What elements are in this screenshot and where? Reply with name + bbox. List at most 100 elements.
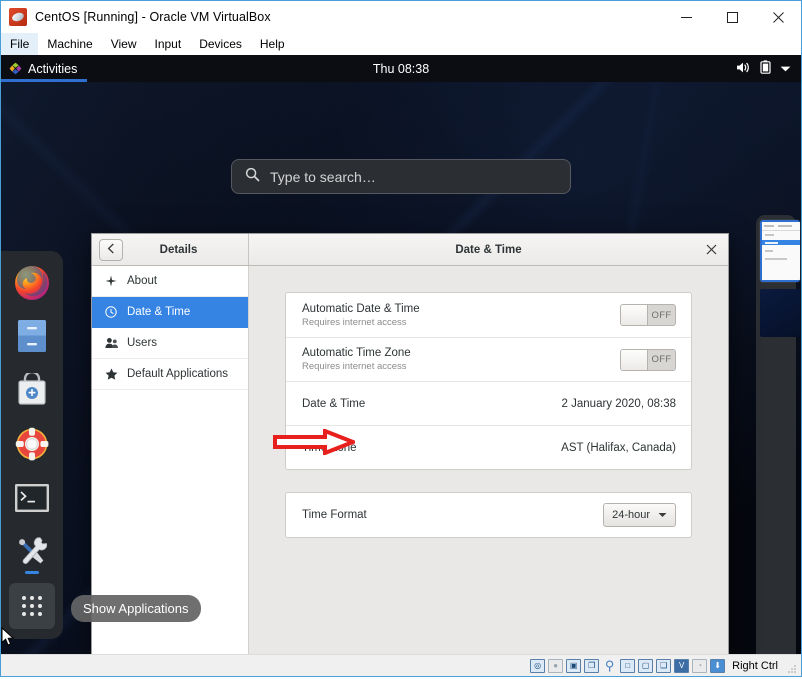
- row-subtitle: Requires internet access: [302, 361, 411, 372]
- search-icon: [245, 167, 260, 187]
- date-time-value: 2 January 2020, 08:38: [562, 398, 676, 410]
- toggle-knob: [621, 350, 648, 370]
- host-window-controls: [663, 1, 801, 33]
- workspace-switcher[interactable]: [756, 215, 796, 654]
- automatic-date-time-toggle[interactable]: OFF: [620, 304, 676, 326]
- maximize-button[interactable]: [709, 1, 755, 33]
- search-input[interactable]: Type to search…: [231, 159, 571, 194]
- date-time-card: Automatic Date & Time Requires internet …: [285, 292, 692, 470]
- row-time-format[interactable]: Time Format 24-hour: [286, 493, 691, 537]
- row-title: Automatic Time Zone: [302, 347, 411, 359]
- row-labels: Automatic Date & Time Requires internet …: [302, 303, 420, 328]
- close-button[interactable]: [755, 1, 801, 33]
- time-format-dropdown[interactable]: 24-hour: [603, 503, 676, 527]
- topbar-clock[interactable]: Thu 08:38: [373, 55, 429, 82]
- volume-icon: [736, 61, 751, 77]
- dock-item-terminal[interactable]: [9, 475, 55, 521]
- show-applications-button[interactable]: [9, 583, 55, 629]
- workspace-thumbnail-active[interactable]: [760, 220, 800, 282]
- toggle-knob: [621, 305, 648, 325]
- row-automatic-date-time[interactable]: Automatic Date & Time Requires internet …: [286, 293, 691, 337]
- topbar-status-area[interactable]: [736, 60, 801, 77]
- dock-item-settings[interactable]: [9, 529, 55, 575]
- features-indicator[interactable]: V: [674, 659, 689, 673]
- virtualbox-icon: [9, 8, 27, 26]
- host-window-title: CentOS [Running] - Oracle VM VirtualBox: [35, 10, 271, 24]
- activities-button[interactable]: Activities: [1, 55, 87, 82]
- tools-settings-icon: [14, 534, 50, 570]
- time-zone-value: AST (Halifax, Canada): [561, 442, 676, 454]
- sidebar-item-default-applications[interactable]: Default Applications: [92, 359, 248, 390]
- users-icon: [104, 337, 118, 349]
- sidebar-item-about[interactable]: About: [92, 266, 248, 297]
- host-statusbar: ◎ ● ▣ ❐ ⚲ □ ▢ ❑ V ◔ ⬇ Right Ctrl: [1, 654, 801, 676]
- row-automatic-time-zone[interactable]: Automatic Time Zone Requires internet ac…: [286, 337, 691, 381]
- row-labels: Time Format: [302, 509, 367, 521]
- row-time-zone[interactable]: Time Zone AST (Halifax, Canada): [286, 425, 691, 469]
- host-key-indicator[interactable]: ⬇: [710, 659, 725, 673]
- dock-item-firefox[interactable]: [9, 259, 55, 305]
- time-format-value: 24-hour: [612, 509, 650, 521]
- mouse-indicator[interactable]: ◔: [692, 659, 707, 673]
- minimize-button[interactable]: [663, 1, 709, 33]
- centos-activities-icon: [9, 62, 22, 75]
- menu-file[interactable]: File: [1, 33, 38, 55]
- guest-screen: Activities Thu 08:38: [1, 55, 801, 654]
- menu-help[interactable]: Help: [251, 33, 294, 55]
- resize-grip[interactable]: [787, 661, 797, 671]
- page-title: Date & Time: [249, 244, 728, 256]
- sidebar-item-label: Date & Time: [127, 306, 190, 318]
- row-title: Automatic Date & Time: [302, 303, 420, 315]
- optical-disk-indicator[interactable]: ●: [548, 659, 563, 673]
- about-star-icon: [104, 275, 118, 287]
- workspace-thumbnail-empty[interactable]: [760, 289, 800, 337]
- activities-label: Activities: [28, 62, 77, 76]
- terminal-icon: [14, 483, 50, 513]
- settings-headerbar: Details Date & Time: [92, 234, 728, 266]
- row-date-and-time[interactable]: Date & Time 2 January 2020, 08:38: [286, 381, 691, 425]
- back-button[interactable]: [99, 239, 123, 261]
- hard-disk-indicator[interactable]: ◎: [530, 659, 545, 673]
- window-close-icon[interactable]: [703, 242, 719, 258]
- host-key-label: Right Ctrl: [732, 660, 780, 672]
- sidebar-item-date-and-time[interactable]: Date & Time: [92, 297, 248, 328]
- host-titlebar: CentOS [Running] - Oracle VM VirtualBox: [1, 1, 801, 33]
- dock-item-software[interactable]: [9, 367, 55, 413]
- floppy-indicator[interactable]: ▣: [566, 659, 581, 673]
- sidebar-item-users[interactable]: Users: [92, 328, 248, 359]
- gnome-dock: [1, 251, 63, 639]
- menu-devices[interactable]: Devices: [190, 33, 251, 55]
- network-indicator[interactable]: ❐: [584, 659, 599, 673]
- sidebar-item-label: About: [127, 275, 157, 287]
- firefox-icon: [13, 263, 51, 301]
- main-headerbar: Date & Time: [249, 234, 728, 265]
- mouse-cursor: [1, 627, 15, 652]
- software-icon: [15, 373, 49, 407]
- dock-item-help[interactable]: [9, 421, 55, 467]
- menu-view[interactable]: View: [102, 33, 146, 55]
- dock-item-files[interactable]: [9, 313, 55, 359]
- sidebar-item-label: Users: [127, 337, 157, 349]
- usb-indicator[interactable]: ⚲: [602, 659, 617, 673]
- star-icon: [104, 368, 118, 380]
- search-placeholder: Type to search…: [270, 169, 376, 185]
- chevron-left-icon: [107, 241, 115, 259]
- recording-indicator[interactable]: ❑: [656, 659, 671, 673]
- menu-machine[interactable]: Machine: [38, 33, 101, 55]
- sidebar-headerbar: Details: [92, 234, 249, 265]
- display-indicator[interactable]: ▢: [638, 659, 653, 673]
- time-format-card: Time Format 24-hour: [285, 492, 692, 538]
- row-labels: Date & Time: [302, 398, 365, 410]
- row-title: Time Zone: [302, 442, 357, 454]
- automatic-time-zone-toggle[interactable]: OFF: [620, 349, 676, 371]
- toggle-state-label: OFF: [648, 350, 675, 370]
- row-title: Time Format: [302, 509, 367, 521]
- chevron-down-icon: [658, 509, 667, 521]
- toggle-state-label: OFF: [648, 305, 675, 325]
- menu-input[interactable]: Input: [146, 33, 191, 55]
- settings-window: Details Date & Time: [91, 233, 729, 654]
- chevron-down-icon[interactable]: [780, 62, 791, 76]
- gnome-topbar: Activities Thu 08:38: [1, 55, 801, 82]
- shared-folders-indicator[interactable]: □: [620, 659, 635, 673]
- host-menubar: File Machine View Input Devices Help: [1, 33, 801, 55]
